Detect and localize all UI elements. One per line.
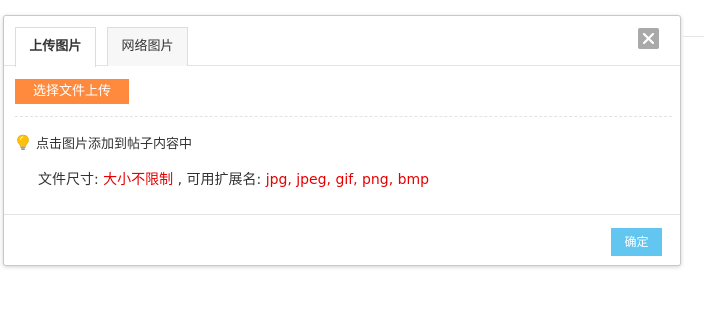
tab-web-image[interactable]: 网络图片 xyxy=(107,27,188,66)
file-size-value: 大小不限制 xyxy=(103,172,174,188)
tip-text: 点击图片添加到帖子内容中 xyxy=(36,137,193,152)
tab-upload-image[interactable]: 上传图片 xyxy=(15,27,96,67)
file-info-row: 文件尺寸: 大小不限制 , 可用扩展名: jpg, jpeg, gif, png… xyxy=(38,169,429,191)
background-divider xyxy=(683,36,704,37)
extensions-label: , 可用扩展名: xyxy=(173,172,266,188)
image-upload-dialog: 上传图片 网络图片 选择文件上传 点击图片添加到帖子内容中 文件尺寸: 大小不限… xyxy=(3,15,681,266)
dashed-divider xyxy=(15,116,672,117)
select-file-upload-button[interactable]: 选择文件上传 xyxy=(15,79,129,104)
extensions-value: jpg, jpeg, gif, png, bmp xyxy=(265,172,430,188)
lightbulb-icon xyxy=(17,134,29,150)
file-size-label: 文件尺寸: xyxy=(38,172,104,188)
confirm-button[interactable]: 确定 xyxy=(611,228,662,256)
tip-row: 点击图片添加到帖子内容中 xyxy=(16,134,193,155)
close-button[interactable] xyxy=(638,28,659,49)
dialog-tabs: 上传图片 网络图片 xyxy=(4,16,680,67)
close-icon xyxy=(643,33,654,44)
footer-divider xyxy=(4,214,680,215)
